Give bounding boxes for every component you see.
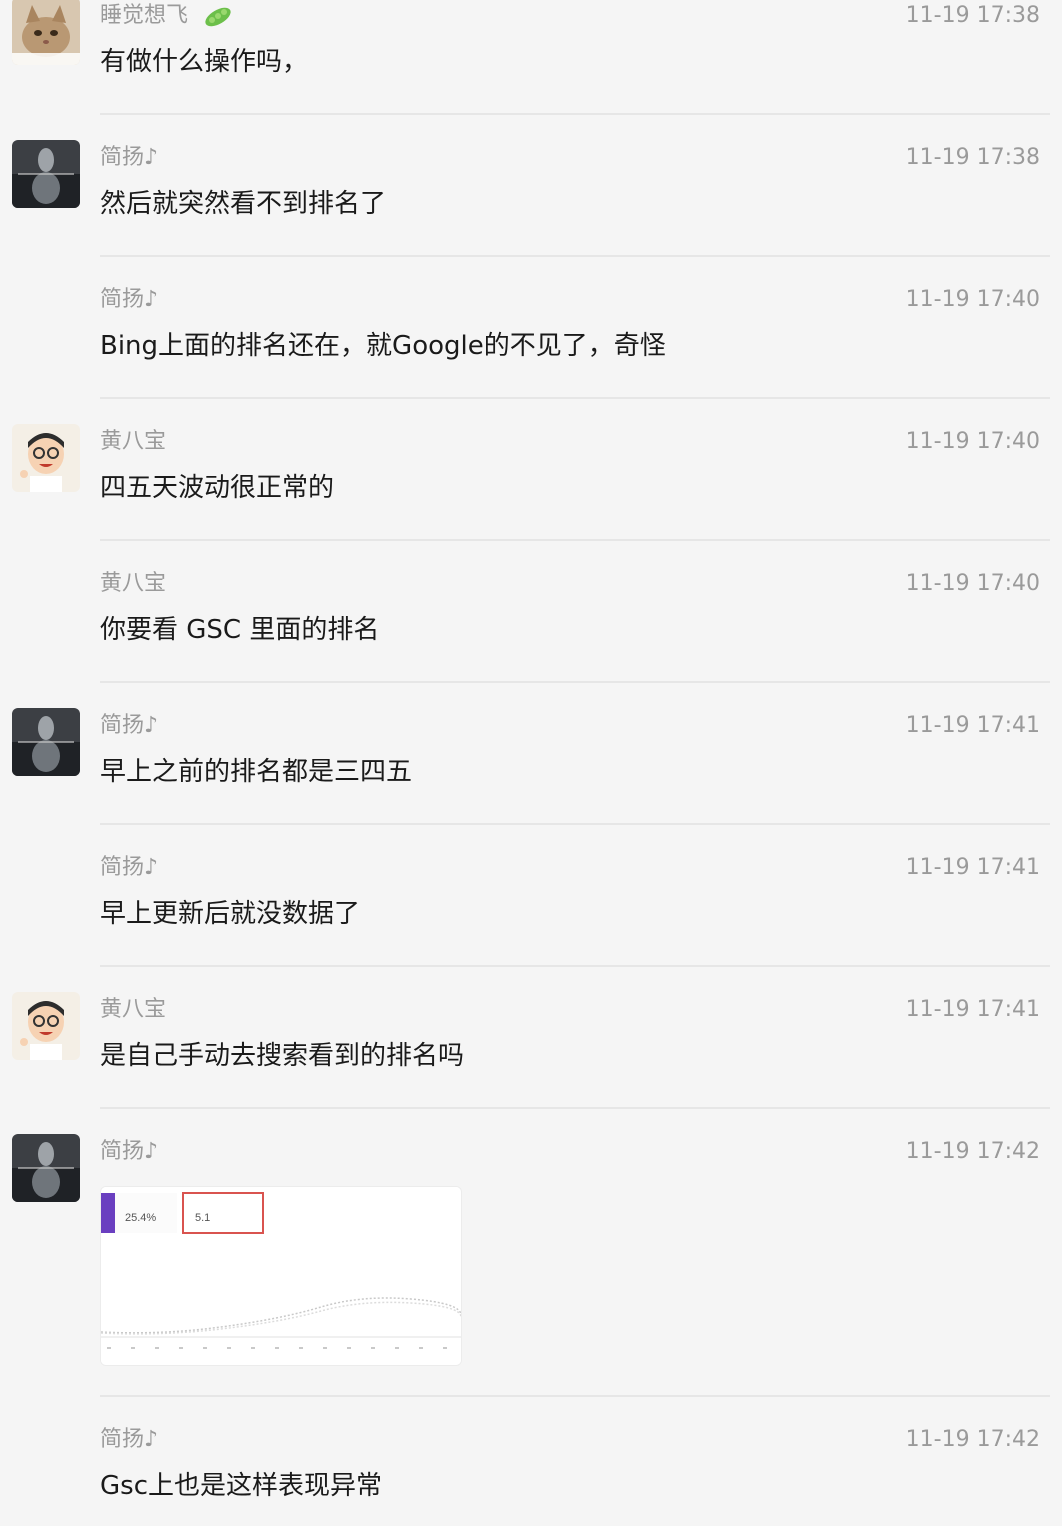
- sender-name[interactable]: 简扬♪: [100, 711, 158, 741]
- message-time: 11-19 17:38: [905, 3, 1040, 28]
- message-text[interactable]: 是自己手动去搜索看到的排名吗: [100, 1038, 464, 1074]
- sender-name[interactable]: 黄八宝: [100, 427, 166, 457]
- tiger-reflection-avatar-icon: [12, 140, 80, 208]
- message-time: 11-19 17:40: [905, 571, 1040, 596]
- sender-name[interactable]: 睡觉想飞: [100, 1, 188, 31]
- message-time: 11-19 17:41: [905, 997, 1040, 1022]
- message-time: 11-19 17:41: [905, 713, 1040, 738]
- cartoon-man-avatar-icon: [12, 424, 80, 492]
- tiger-reflection-avatar-icon: [12, 708, 80, 776]
- message-divider: [100, 1395, 1050, 1397]
- message-text[interactable]: 早上之前的排名都是三四五: [100, 754, 412, 790]
- message-text[interactable]: 有做什么操作吗，: [100, 44, 308, 80]
- message-divider: [100, 1107, 1050, 1109]
- message-text[interactable]: 早上更新后就没数据了: [100, 896, 360, 932]
- message-text[interactable]: Gsc上也是这样表现异常: [100, 1468, 382, 1504]
- avatar-tiger-reflection[interactable]: [12, 1134, 80, 1202]
- message-divider: [100, 539, 1050, 541]
- ctr-value: 25.4%: [125, 1212, 156, 1224]
- cat-avatar-icon: [12, 0, 80, 65]
- message-time: 11-19 17:41: [905, 855, 1040, 880]
- message-divider: [100, 397, 1050, 399]
- message-time: 11-19 17:42: [905, 1139, 1040, 1164]
- sender-name[interactable]: 简扬♪: [100, 1137, 158, 1167]
- message-divider: [100, 113, 1050, 115]
- message-time: 11-19 17:40: [905, 429, 1040, 454]
- avatar-cat[interactable]: [12, 0, 80, 65]
- message-text[interactable]: 四五天波动很正常的: [100, 470, 334, 506]
- sender-name[interactable]: 简扬♪: [100, 143, 158, 173]
- message-divider: [100, 681, 1050, 683]
- sender-name[interactable]: 黄八宝: [100, 569, 166, 599]
- gsc-screenshot-thumbnail: 25.4% 5.1: [101, 1187, 461, 1365]
- sender-name[interactable]: 简扬♪: [100, 853, 158, 883]
- cartoon-man-avatar-icon: [12, 992, 80, 1060]
- sender-name[interactable]: 黄八宝: [100, 995, 166, 1025]
- message-divider: [100, 965, 1050, 967]
- message-time: 11-19 17:40: [905, 287, 1040, 312]
- avatar-tiger-reflection[interactable]: [12, 708, 80, 776]
- avatar-cartoon-man[interactable]: [12, 424, 80, 492]
- avatar-tiger-reflection[interactable]: [12, 140, 80, 208]
- message-time: 11-19 17:42: [905, 1427, 1040, 1452]
- image-attachment[interactable]: 25.4% 5.1: [100, 1186, 462, 1366]
- message-text[interactable]: 然后就突然看不到排名了: [100, 186, 386, 222]
- sender-name[interactable]: 简扬♪: [100, 285, 158, 315]
- tiger-reflection-avatar-icon: [12, 1134, 80, 1202]
- message-divider: [100, 255, 1050, 257]
- avatar-cartoon-man[interactable]: [12, 992, 80, 1060]
- position-value: 5.1: [195, 1212, 210, 1224]
- message-text[interactable]: Bing上面的排名还在，就Google的不见了，奇怪: [100, 328, 666, 364]
- message-text[interactable]: 你要看 GSC 里面的排名: [100, 612, 379, 648]
- message-divider: [100, 823, 1050, 825]
- sender-name[interactable]: 简扬♪: [100, 1425, 158, 1455]
- message-time: 11-19 17:38: [905, 145, 1040, 170]
- pea-pod-icon: [202, 2, 234, 34]
